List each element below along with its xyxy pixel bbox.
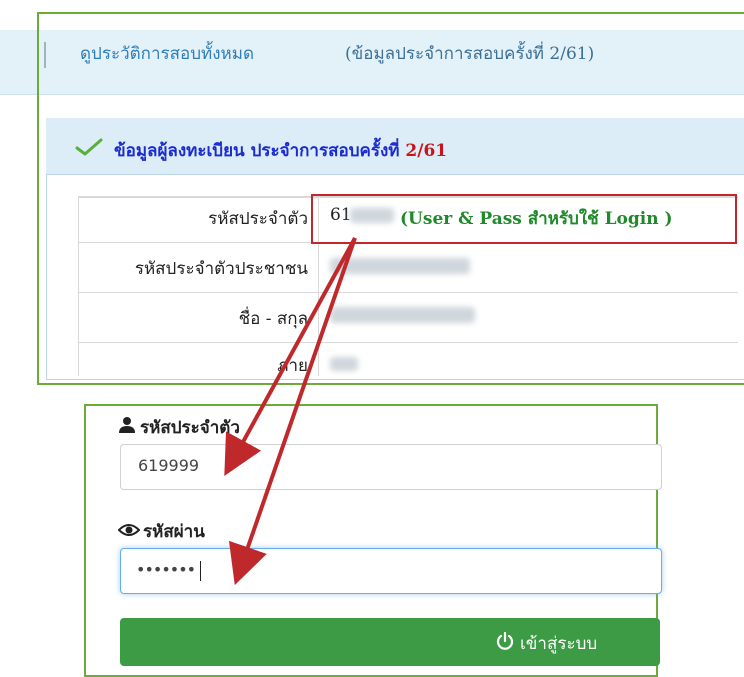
- arrow-icon: [224, 237, 357, 586]
